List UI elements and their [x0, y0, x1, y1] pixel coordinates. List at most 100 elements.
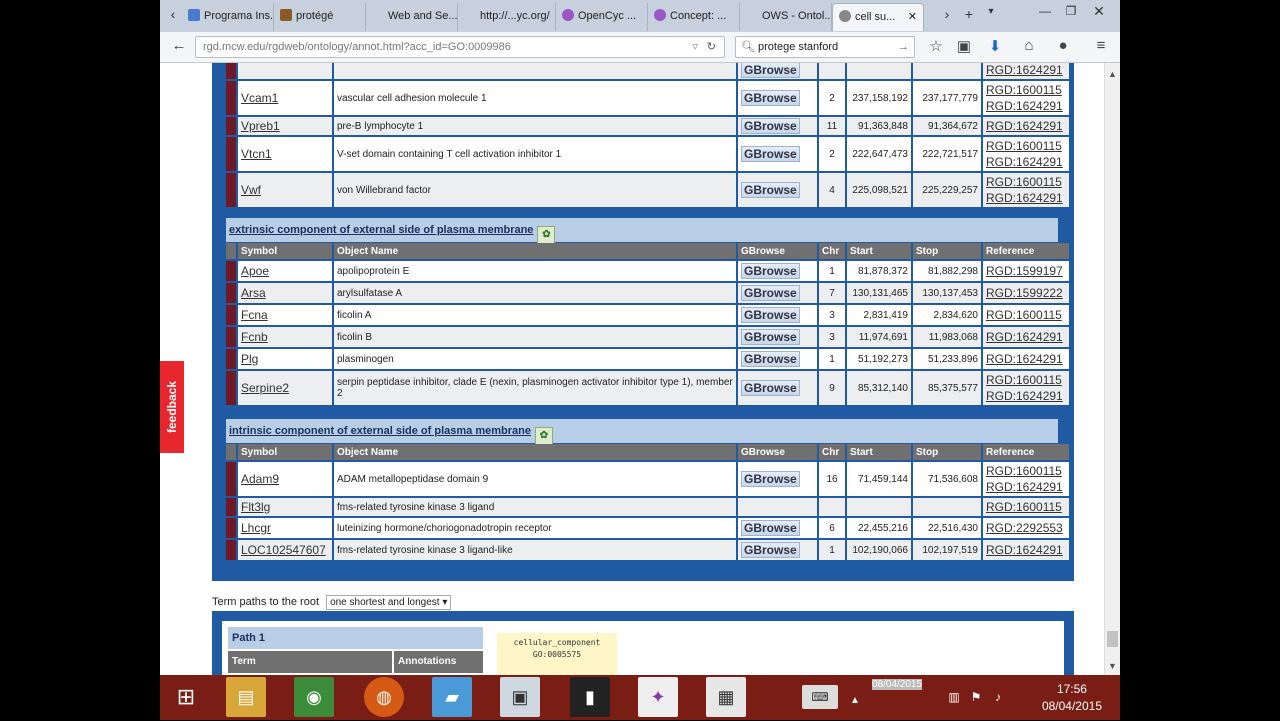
symbol-link[interactable]: Serpine2: [238, 371, 332, 405]
bookmarks-icon[interactable]: ▣: [953, 37, 975, 55]
maximize-icon[interactable]: ❐: [1058, 2, 1084, 20]
symbol-link[interactable]: Flt3lg: [238, 498, 332, 516]
tab-scroll-left-icon[interactable]: ‹: [164, 6, 182, 22]
gbrowse-button[interactable]: GBrowse: [741, 351, 800, 367]
bookmark-star-icon[interactable]: ☆: [925, 37, 947, 55]
back-icon[interactable]: ←: [168, 37, 190, 54]
tab-concept[interactable]: Concept: ...: [648, 3, 740, 31]
reference-link[interactable]: RGD:1624291: [986, 351, 1066, 367]
reference-link[interactable]: RGD:2292553: [986, 520, 1066, 536]
gbrowse-button[interactable]: GBrowse: [741, 329, 800, 345]
close-tab-icon[interactable]: ✕: [908, 4, 917, 30]
download-icon[interactable]: ⬇: [984, 37, 1006, 55]
reference-link[interactable]: RGD:1624291: [986, 388, 1066, 404]
reference-link[interactable]: RGD:1600115: [986, 499, 1066, 515]
reference-link[interactable]: RGD:1624291: [986, 542, 1066, 558]
symbol-link[interactable]: Lhcgr: [238, 518, 332, 538]
menu-icon[interactable]: ≡: [1090, 37, 1112, 54]
reference-link[interactable]: RGD:1599197: [986, 263, 1066, 279]
reference-link[interactable]: RGD:1600115: [986, 463, 1066, 479]
reference-link[interactable]: RGD:1599222: [986, 285, 1066, 301]
url-dropdown-icon[interactable]: ▿: [692, 37, 698, 57]
symbol-link[interactable]: Apoe: [238, 261, 332, 281]
close-window-icon[interactable]: ✕: [1086, 2, 1112, 20]
scroll-down-icon[interactable]: ▼: [1108, 661, 1117, 671]
reference-link[interactable]: RGD:1600115: [986, 138, 1066, 154]
symbol-link[interactable]: [238, 63, 332, 79]
gbrowse-button[interactable]: GBrowse: [741, 307, 800, 323]
keyboard-icon[interactable]: ⌨: [802, 685, 838, 709]
section-extrinsic[interactable]: extrinsic component of external side of …: [226, 218, 1058, 244]
symbol-link[interactable]: LOC102547607: [238, 540, 332, 560]
search-input[interactable]: 🔍︎ protege stanford →: [735, 36, 915, 58]
explorer-icon[interactable]: ▤: [226, 677, 266, 717]
gbrowse-button[interactable]: GBrowse: [741, 263, 800, 279]
reference-link[interactable]: RGD:1600115: [986, 82, 1066, 98]
media-icon[interactable]: ▦: [706, 677, 746, 717]
scroll-up-icon[interactable]: ▲: [1108, 69, 1117, 79]
gbrowse-button[interactable]: GBrowse: [741, 380, 800, 396]
chat-icon[interactable]: ●: [1052, 37, 1074, 54]
symbol-link[interactable]: Vwf: [238, 173, 332, 207]
network-icon[interactable]: ▥: [946, 677, 962, 717]
symbol-link[interactable]: Fcna: [238, 305, 332, 325]
gbrowse-button[interactable]: GBrowse: [741, 90, 800, 106]
feedback-tab[interactable]: feedback: [160, 361, 184, 453]
symbol-link[interactable]: Arsa: [238, 283, 332, 303]
protege-icon[interactable]: ✦: [638, 677, 678, 717]
gbrowse-button[interactable]: GBrowse: [741, 182, 800, 198]
volume-icon[interactable]: ♪: [990, 677, 1006, 717]
home-icon[interactable]: ⌂: [1018, 37, 1040, 54]
app-icon[interactable]: ◉: [294, 677, 334, 717]
reference-link[interactable]: RGD:1600115: [986, 307, 1066, 323]
gbrowse-button[interactable]: GBrowse: [741, 542, 800, 558]
tab-cell-surface[interactable]: cell su... ✕: [832, 3, 924, 31]
tab-scroll-right-icon[interactable]: ›: [938, 6, 956, 22]
reference-link[interactable]: RGD:1624291: [986, 63, 1066, 78]
page-scrollbar[interactable]: ▲ ▼: [1104, 63, 1120, 675]
tab-opencyc[interactable]: OpenCyc ...: [556, 3, 648, 31]
gbrowse-button[interactable]: GBrowse: [741, 63, 800, 78]
reference-link[interactable]: RGD:1624291: [986, 118, 1066, 134]
symbol-link[interactable]: Vtcn1: [238, 137, 332, 171]
tab-ows[interactable]: OWS - Ontol...: [740, 3, 832, 31]
app-icon[interactable]: ▰: [432, 677, 472, 717]
gbrowse-button[interactable]: GBrowse: [741, 520, 800, 536]
term-paths-select[interactable]: one shortest and longest ▾: [326, 595, 452, 610]
scroll-thumb[interactable]: [1107, 631, 1118, 647]
gbrowse-button[interactable]: GBrowse: [741, 285, 800, 301]
reference-link[interactable]: RGD:1624291: [986, 479, 1066, 495]
symbol-link[interactable]: Plg: [238, 349, 332, 369]
symbol-link[interactable]: Vpreb1: [238, 117, 332, 135]
terminal-icon[interactable]: ▮: [570, 677, 610, 717]
reference-link[interactable]: RGD:1600115: [986, 174, 1066, 190]
minimize-icon[interactable]: —: [1032, 2, 1058, 20]
symbol-link[interactable]: Adam9: [238, 462, 332, 496]
tab-programa[interactable]: Programa Ins...: [182, 3, 274, 31]
search-go-icon[interactable]: →: [898, 37, 909, 57]
ontology-node[interactable]: cellular_component GO:0005575: [497, 633, 617, 675]
tab-list-icon[interactable]: ▾: [982, 6, 1000, 17]
tab-protege[interactable]: protégé: [274, 3, 366, 31]
new-tab-icon[interactable]: +: [960, 6, 978, 22]
url-bar[interactable]: rgd.mcw.edu/rgdweb/ontology/annot.html?a…: [195, 36, 725, 58]
symbol-link[interactable]: Vcam1: [238, 81, 332, 115]
reload-icon[interactable]: ↻: [707, 37, 716, 57]
gbrowse-button[interactable]: GBrowse: [741, 471, 800, 487]
gbrowse-button[interactable]: GBrowse: [741, 118, 800, 134]
reference-link[interactable]: RGD:1624291: [986, 98, 1066, 114]
reference-link[interactable]: RGD:1624291: [986, 190, 1066, 206]
tab-yc-org[interactable]: http://...yc.org/: [458, 3, 556, 31]
start-button-icon[interactable]: ⊞: [166, 677, 206, 717]
gbrowse-button[interactable]: GBrowse: [741, 146, 800, 162]
reference-link[interactable]: RGD:1624291: [986, 329, 1066, 345]
clock[interactable]: 17:56 08/04/2015: [1042, 681, 1102, 715]
app-icon[interactable]: ▣: [500, 677, 540, 717]
reference-link[interactable]: RGD:1600115: [986, 372, 1066, 388]
symbol-link[interactable]: Fcnb: [238, 327, 332, 347]
firefox-icon[interactable]: ◍: [364, 677, 404, 717]
tab-web-and-se[interactable]: Web and Se...: [366, 3, 458, 31]
flag-icon[interactable]: ⚑: [968, 677, 984, 717]
reference-link[interactable]: RGD:1624291: [986, 154, 1066, 170]
section-intrinsic[interactable]: intrinsic component of external side of …: [226, 419, 1058, 445]
